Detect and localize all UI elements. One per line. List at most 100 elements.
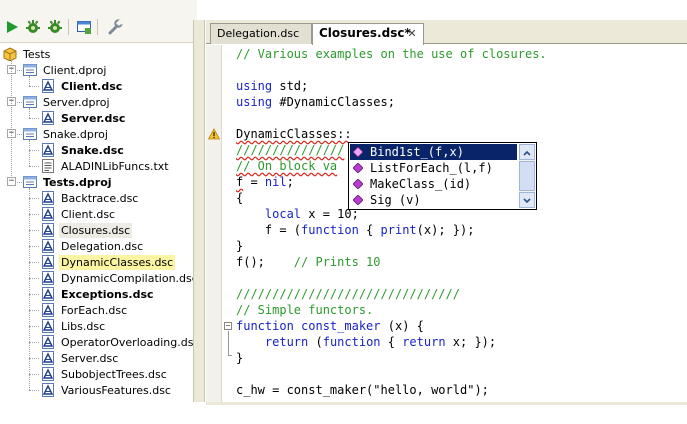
chevron-down-icon xyxy=(523,194,531,207)
code-line: } xyxy=(236,350,243,366)
code-line: function const_maker (x) { xyxy=(236,318,424,334)
code-token: // Various examples on the use of closur… xyxy=(236,47,547,61)
tree-connector xyxy=(29,374,39,375)
method-icon xyxy=(350,192,366,208)
tree-item[interactable]: Libs.dsc xyxy=(40,318,107,334)
tree-item-label: Client.dproj xyxy=(43,63,107,77)
tree-item[interactable]: Tests.dproj xyxy=(22,174,114,190)
tree-connector xyxy=(29,326,39,327)
tree-item[interactable]: ForEach.dsc xyxy=(40,302,129,318)
run-button[interactable] xyxy=(3,18,21,36)
tree-connector xyxy=(29,188,30,390)
tree-item-label: Server.dsc xyxy=(61,351,119,365)
tree-connector xyxy=(29,342,39,343)
tree-connector xyxy=(29,214,39,215)
code-token: ); xyxy=(474,383,489,397)
autocomplete-item[interactable]: Bind1st_(f,x) xyxy=(350,144,517,160)
collapse-toggle[interactable]: − xyxy=(7,177,16,186)
scroll-up-button[interactable] xyxy=(519,144,535,160)
code-token: ( xyxy=(308,335,323,349)
tree-item[interactable]: Server.dsc xyxy=(40,350,120,366)
autocomplete-item[interactable]: MakeClass_(id) xyxy=(350,176,517,192)
scroll-thumb[interactable] xyxy=(519,161,535,191)
code-token: local xyxy=(264,207,302,221)
tree-item-label: Client.dsc xyxy=(61,79,123,93)
window-icon xyxy=(76,19,92,35)
tree-item[interactable]: SubobjectTrees.dsc xyxy=(40,366,169,382)
code-editor[interactable]: − // Various examples on the use of clos… xyxy=(206,45,687,402)
tree-item[interactable]: Client.dsc xyxy=(40,206,117,222)
tree-item[interactable]: Client.dproj xyxy=(22,62,108,78)
tree-connector xyxy=(17,182,22,183)
tree-item-label: Server.dproj xyxy=(43,95,110,109)
project-icon xyxy=(22,94,38,110)
tree-item[interactable]: Server.dsc xyxy=(40,110,127,126)
tree-item-label: DynamicClasses.dsc xyxy=(59,254,176,270)
autocomplete-item[interactable]: ListForEach_(l,f) xyxy=(350,160,517,176)
code-line: // Simple functors. xyxy=(236,302,373,318)
tree-item-label: OperatorOverloading.dsc xyxy=(61,335,193,349)
tree-item-label: Tests.dproj xyxy=(43,175,112,189)
tree-item-label: ForEach.dsc xyxy=(61,303,128,317)
horizontal-scrollbar[interactable] xyxy=(206,402,687,405)
fold-toggle[interactable]: − xyxy=(224,322,232,330)
tree-item[interactable]: Snake.dsc xyxy=(40,142,126,158)
tree-item[interactable]: Delegation.dsc xyxy=(40,238,145,254)
tree-item-label: Libs.dsc xyxy=(61,319,106,333)
tab-delegation[interactable]: Delegation.dsc xyxy=(210,23,312,44)
code-line: using #DynamicClasses; xyxy=(236,94,395,110)
tree-item[interactable]: Backtrace.dsc xyxy=(40,190,140,206)
tree-item-label: Exceptions.dsc xyxy=(61,287,154,301)
autocomplete-item[interactable]: Sig (v) xyxy=(350,192,517,208)
dsc-file-icon xyxy=(40,366,56,382)
code-token: #DynamicClasses; xyxy=(272,95,395,109)
dsc-file-icon xyxy=(40,318,56,334)
debug-button[interactable] xyxy=(24,18,42,36)
tree-item[interactable]: Closures.dsc xyxy=(40,222,133,238)
tree-item[interactable]: OperatorOverloading.dsc xyxy=(40,334,193,350)
gear-bug-icon xyxy=(47,19,63,35)
tree-item[interactable]: Client.dsc xyxy=(40,78,124,94)
tree-item-label: Snake.dsc xyxy=(61,143,124,157)
code-token: (x); }); xyxy=(416,223,475,237)
tree-connector xyxy=(17,134,22,135)
tree-item[interactable]: Tests xyxy=(2,46,52,62)
code-line: using std; xyxy=(236,78,308,94)
tree-connector xyxy=(29,108,30,118)
tree-item[interactable]: VariousFeatures.dsc xyxy=(40,382,173,398)
tree-item[interactable]: Exceptions.dsc xyxy=(40,286,156,302)
code-line: f = (function { print(x); }); xyxy=(236,222,475,238)
panel-splitter[interactable] xyxy=(193,20,205,402)
fold-line xyxy=(228,331,229,355)
debug-alt-button[interactable] xyxy=(46,18,64,36)
tab-closures[interactable]: Closures.dsc* ✕ xyxy=(312,23,424,45)
tree-connector xyxy=(29,166,39,167)
dsc-file-icon xyxy=(40,110,56,126)
chevron-up-icon xyxy=(523,146,531,159)
code-line: return (function { return x; }); xyxy=(236,334,496,350)
close-icon[interactable]: ✕ xyxy=(406,28,418,40)
dsc-file-icon xyxy=(40,302,56,318)
tree-connector xyxy=(29,198,39,199)
code-token: } xyxy=(236,351,244,365)
window-button[interactable] xyxy=(75,18,93,36)
scroll-down-button[interactable] xyxy=(519,192,535,208)
tree-item[interactable]: ALADINLibFuncs.txt xyxy=(40,158,171,174)
tree-item[interactable]: DynamicCompilation.dsc xyxy=(40,270,193,286)
fold-end xyxy=(228,355,232,356)
autocomplete-item-label: Sig (v) xyxy=(370,193,421,207)
tree-item[interactable]: Server.dproj xyxy=(22,94,112,110)
dsc-file-icon xyxy=(40,190,56,206)
tree-item[interactable]: DynamicClasses.dsc xyxy=(40,254,176,270)
code-token: // Prints 10 xyxy=(293,255,381,269)
code-token: const_maker xyxy=(301,319,381,333)
tree-item[interactable]: Snake.dproj xyxy=(22,126,110,142)
tree-item-label: Backtrace.dsc xyxy=(61,191,139,205)
settings-button[interactable] xyxy=(106,18,124,36)
gear-bug-icon xyxy=(25,19,41,35)
popup-scrollbar[interactable] xyxy=(519,144,535,208)
dsc-file-icon xyxy=(40,254,56,270)
tree-connector xyxy=(29,76,30,86)
tree-connector xyxy=(29,278,39,279)
code-token: std; xyxy=(272,79,309,93)
